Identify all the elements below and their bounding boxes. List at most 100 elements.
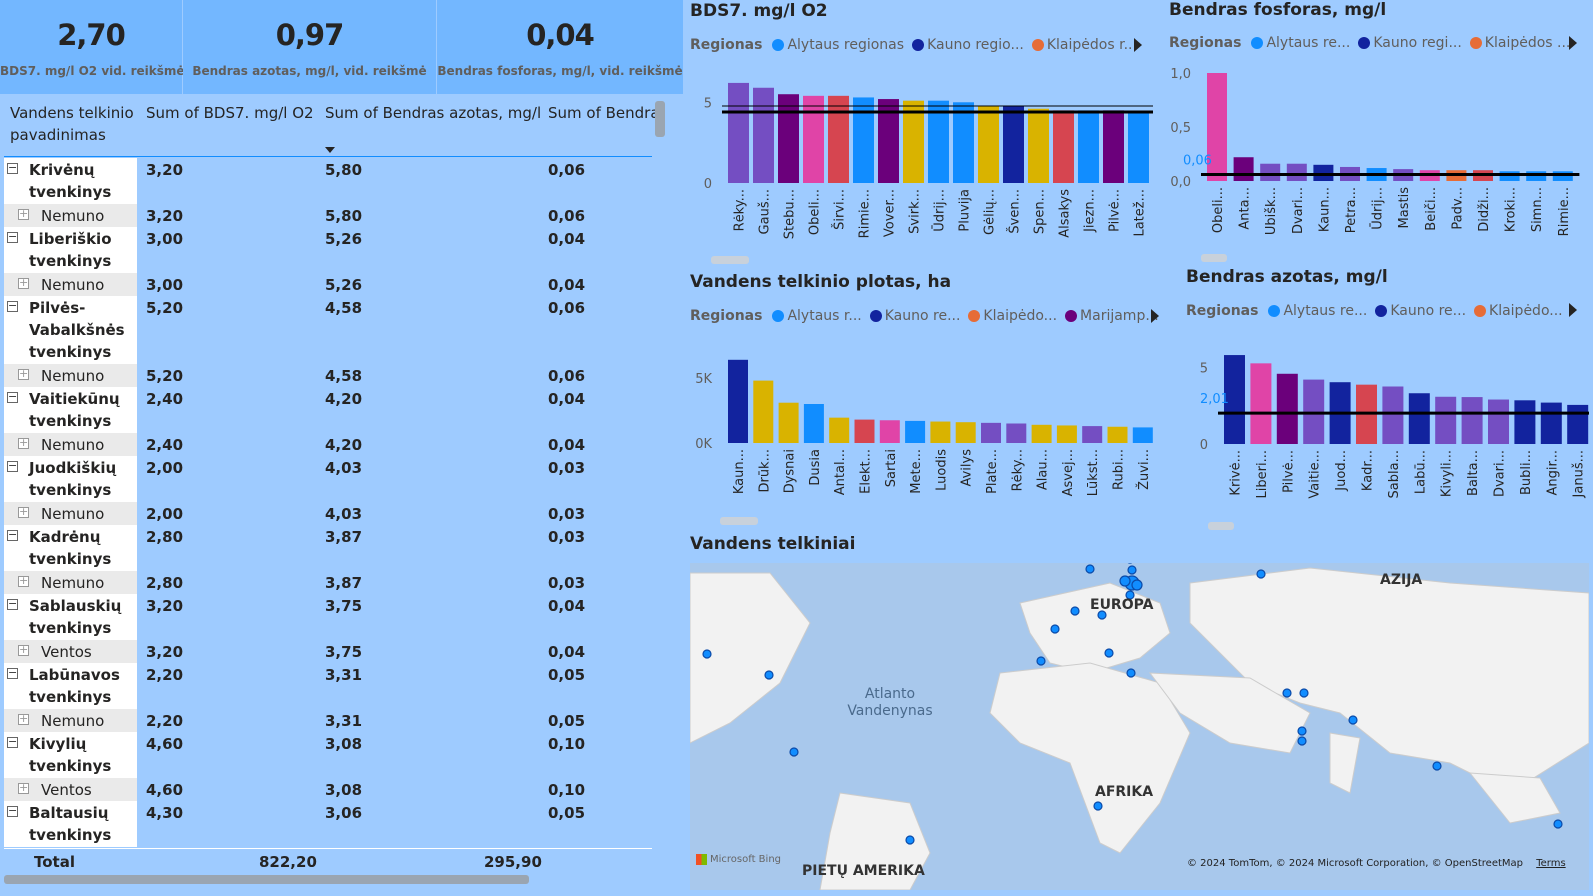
bar-chart-nitrogen[interactable]: 0 5 Krivė... Liberi... Pilvė... Vaitie... Juod… (1186, 335, 1589, 520)
legend-next-arrow-icon[interactable] (1569, 36, 1577, 50)
bar[interactable] (1056, 425, 1077, 443)
table-row[interactable]: − Krivėnų tvenkinys 3,20 5,80 0,06 (0, 158, 650, 204)
bar[interactable] (1526, 171, 1547, 181)
legend-item[interactable]: Alytaus regionas (772, 37, 904, 53)
bar[interactable] (1435, 396, 1457, 444)
bar-chart-phosphorus[interactable]: 0,0 0,5 1,0 Obeli... Anta... Ubišk... Dvari...… (1169, 60, 1589, 260)
table-row[interactable]: − Liberiškio tvenkinys 3,00 5,26 0,04 (0, 227, 650, 273)
bar[interactable] (1276, 373, 1298, 444)
bar[interactable] (1540, 402, 1562, 444)
expand-icon[interactable]: + (18, 644, 29, 656)
collapse-icon[interactable]: − (7, 805, 18, 817)
bar[interactable] (1128, 111, 1149, 183)
expand-icon[interactable]: + (18, 713, 29, 725)
bar[interactable] (1031, 424, 1052, 443)
bar[interactable] (854, 419, 875, 443)
chart-scrollbar[interactable] (720, 517, 758, 525)
bar[interactable] (1082, 426, 1103, 443)
table-subrow[interactable]: + Ventos 4,60 3,08 0,10 (0, 778, 650, 801)
table-subrow[interactable]: + Nemuno 2,40 4,20 0,04 (0, 433, 650, 456)
expand-icon[interactable]: + (18, 782, 29, 794)
column-header-name[interactable]: Vandens telkinio pavadinimas (10, 102, 135, 146)
table-row[interactable]: − Kivylių tvenkinys 4,60 3,08 0,10 (0, 732, 650, 778)
bar[interactable] (753, 87, 774, 183)
column-header-bds[interactable]: Sum of BDS7. mg/l O2 (146, 102, 314, 124)
legend-item[interactable]: Alytaus r... (772, 308, 862, 324)
bar[interactable] (1286, 163, 1307, 181)
chart-scrollbar[interactable] (711, 256, 749, 264)
table-row[interactable]: − Kadrėnų tvenkinys 2,80 3,87 0,03 (0, 525, 650, 571)
table-subrow[interactable]: + Ventos 3,20 3,75 0,04 (0, 640, 650, 663)
table-row[interactable]: − Pilvės-Vabalkšnės tvenkinys 5,20 4,58 0,06 (0, 296, 650, 364)
collapse-icon[interactable]: − (7, 231, 18, 243)
bar[interactable] (905, 420, 926, 443)
bar[interactable] (778, 402, 799, 443)
bar[interactable] (828, 95, 849, 183)
legend-item[interactable]: Klaipėdo... (968, 308, 1057, 324)
table-row[interactable]: − Vaitiekūnų tvenkinys 2,40 4,20 0,04 (0, 387, 650, 433)
bar[interactable] (1078, 110, 1099, 183)
bar[interactable] (1250, 363, 1272, 444)
legend-item[interactable]: Marijamp... (1065, 308, 1159, 324)
table-subrow[interactable]: + Nemuno 2,00 4,03 0,03 (0, 502, 650, 525)
collapse-icon[interactable]: − (7, 598, 18, 610)
bar[interactable] (981, 422, 1001, 443)
bar[interactable] (955, 422, 976, 443)
legend-next-arrow-icon[interactable] (1134, 38, 1142, 52)
bar[interactable] (1107, 426, 1128, 443)
expand-icon[interactable]: + (18, 437, 29, 449)
legend-item[interactable]: Alytaus re... (1251, 35, 1350, 51)
bar[interactable] (1053, 110, 1074, 183)
bar[interactable] (930, 421, 951, 443)
column-header-phosphorus[interactable]: Sum of Bendra (548, 102, 655, 124)
table-row[interactable]: − Juodkiškių tvenkinys 2,00 4,03 0,03 (0, 456, 650, 502)
bar[interactable] (1028, 108, 1049, 183)
legend-next-arrow-icon[interactable] (1151, 309, 1159, 323)
table-row[interactable]: − Sablauskių tvenkinys 3,20 3,75 0,04 (0, 594, 650, 640)
bar[interactable] (1499, 171, 1520, 181)
bar[interactable] (829, 417, 850, 443)
bar[interactable] (978, 105, 999, 183)
legend-item[interactable]: Klaipėdo... (1474, 303, 1563, 319)
legend-item[interactable]: Klaipėdos ... (1469, 35, 1570, 51)
legend-item[interactable]: Kauno re... (1375, 303, 1466, 319)
collapse-icon[interactable]: − (7, 300, 18, 312)
bar[interactable] (1408, 393, 1430, 444)
bar[interactable] (1103, 110, 1124, 183)
bar[interactable] (1461, 397, 1483, 444)
chart-scrollbar[interactable] (1208, 522, 1234, 530)
bar-chart-bds[interactable]: 0 5 Rėky... Gauš... Stebu... Obeli... Širvi...… (690, 62, 1155, 262)
bar-chart-area[interactable]: 0K 5K Kaun... Drūk... Dysnai Dusia Antal... Ele… (690, 340, 1175, 520)
collapse-icon[interactable]: − (7, 391, 18, 403)
bar[interactable] (1132, 427, 1153, 443)
bar[interactable] (1003, 105, 1024, 183)
bar[interactable] (803, 95, 824, 183)
bar[interactable] (953, 102, 974, 183)
bar[interactable] (1313, 164, 1334, 181)
expand-icon[interactable]: + (18, 208, 29, 220)
map-visual[interactable]: EUROPA AZIJA Atlanto Vandenynas AFRIKA P… (690, 563, 1589, 890)
bar[interactable] (1233, 157, 1254, 181)
expand-icon[interactable]: + (18, 575, 29, 587)
chart-scrollbar[interactable] (1201, 254, 1227, 262)
legend-item[interactable]: Kauno re... (869, 308, 960, 324)
horizontal-scrollbar[interactable] (4, 875, 529, 884)
collapse-icon[interactable]: − (7, 667, 18, 679)
table-row[interactable]: − Labūnavos tvenkinys 2,20 3,31 0,05 (0, 663, 650, 709)
bar[interactable] (1488, 399, 1509, 444)
legend-item[interactable]: Alytaus re... (1268, 303, 1367, 319)
bar[interactable] (728, 82, 749, 183)
bar[interactable] (778, 94, 799, 183)
terms-link[interactable]: Terms (1536, 858, 1565, 869)
collapse-icon[interactable]: − (7, 460, 18, 472)
bar[interactable] (753, 380, 774, 443)
bar[interactable] (1514, 400, 1536, 444)
bar[interactable] (803, 404, 824, 443)
bar[interactable] (728, 359, 748, 443)
collapse-icon[interactable]: − (7, 736, 18, 748)
legend-item[interactable]: Klaipėdos r... (1031, 37, 1137, 53)
table-subrow[interactable]: + Nemuno 2,80 3,87 0,03 (0, 571, 650, 594)
bar[interactable] (879, 420, 900, 443)
table-subrow[interactable]: + Nemuno 3,00 5,26 0,04 (0, 273, 650, 296)
vertical-scrollbar[interactable] (655, 101, 665, 137)
